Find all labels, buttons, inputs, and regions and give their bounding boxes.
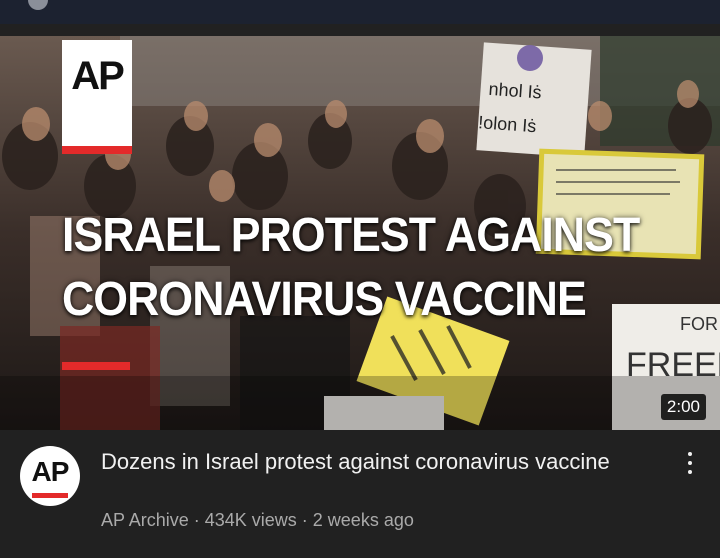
video-thumbnail[interactable]: nhol Iṡ !olon Iṡ FOR FREED AP ISRAEL PRO… xyxy=(0,36,720,430)
upload-age: 2 weeks ago xyxy=(312,510,414,530)
meta-separator-2: · xyxy=(296,510,313,530)
video-title[interactable]: Dozens in Israel protest against coronav… xyxy=(101,448,641,476)
svg-text:nhol Iṡ: nhol Iṡ xyxy=(488,79,542,103)
status-dot-icon xyxy=(28,0,48,10)
channel-avatar[interactable]: AP xyxy=(20,446,80,506)
ap-logo-bar xyxy=(62,146,132,154)
headline-line-1: ISRAEL PROTEST AGAINST xyxy=(62,209,640,262)
headline-line-2: CORONAVIRUS VACCINE xyxy=(62,273,587,326)
ap-logo-text: AP xyxy=(71,54,125,98)
more-vert-icon[interactable] xyxy=(678,450,702,478)
avatar-text: AP xyxy=(31,456,70,487)
ap-logo: AP xyxy=(62,40,132,154)
top-bar xyxy=(0,0,720,24)
headline-underline xyxy=(62,362,130,370)
duration-badge: 2:00 xyxy=(660,394,706,420)
avatar-bar xyxy=(32,493,68,498)
video-info[interactable]: AP Dozens in Israel protest against coro… xyxy=(0,430,720,558)
menu-dot xyxy=(688,461,692,465)
menu-dot xyxy=(688,452,692,456)
meta-separator-1: · xyxy=(188,510,205,530)
svg-text:!olon Iṡ: !olon Iṡ xyxy=(478,112,537,136)
thumbnail-headline: ISRAEL PROTEST AGAINST CORONAVIRUS VACCI… xyxy=(62,204,657,332)
channel-name[interactable]: AP Archive xyxy=(101,510,189,530)
view-count: 434K views xyxy=(204,510,297,530)
svg-text:FOR: FOR xyxy=(680,314,718,334)
video-meta: AP Archive · 434K views · 2 weeks ago xyxy=(101,510,414,531)
menu-dot xyxy=(688,470,692,474)
